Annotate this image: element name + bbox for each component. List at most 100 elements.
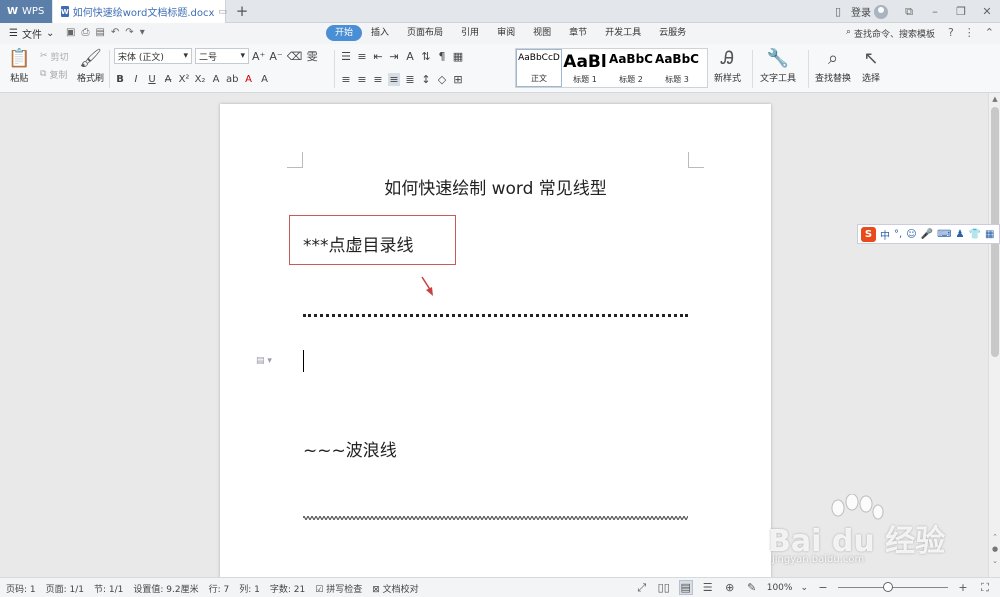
- style-heading-1[interactable]: AaBl 标题 1: [562, 49, 608, 87]
- text-effect-icon[interactable]: A: [210, 74, 222, 85]
- decrease-indent-icon[interactable]: ⇤: [372, 50, 384, 63]
- status-pages[interactable]: 页面: 1/1: [46, 582, 84, 595]
- vertical-scrollbar[interactable]: ▲ ⌃ ● ⌄: [988, 93, 1000, 577]
- tab-insert[interactable]: 插入: [362, 25, 398, 41]
- grow-font-icon[interactable]: A⁺: [252, 50, 265, 63]
- select-button[interactable]: ↖ 选择: [862, 47, 880, 84]
- print-icon[interactable]: ⎙: [81, 27, 89, 38]
- more-icon[interactable]: ⋮: [964, 26, 975, 39]
- voice-icon[interactable]: 🎤: [921, 229, 933, 240]
- write-view-icon[interactable]: ✎: [745, 581, 759, 594]
- command-search[interactable]: ⌕ 查找命令、搜索模板: [846, 27, 935, 40]
- style-normal[interactable]: AaBbCcD 正文: [516, 49, 562, 87]
- strikethrough-icon[interactable]: A̶: [162, 74, 174, 85]
- skin-shirt-icon[interactable]: 👕: [968, 229, 980, 240]
- font-name-select[interactable]: 宋体 (正文) ▾: [114, 48, 192, 64]
- show-marks-icon[interactable]: ¶: [436, 50, 448, 63]
- copy-button[interactable]: ⧉ 复制: [40, 65, 69, 83]
- reading-view-icon[interactable]: ▯▯: [657, 581, 671, 594]
- chinese-mode-icon[interactable]: 中: [880, 227, 890, 242]
- preview-icon[interactable]: ▤: [95, 27, 104, 38]
- highlight-icon[interactable]: ab: [226, 74, 238, 85]
- tab-view[interactable]: 视图: [524, 25, 560, 41]
- paragraph-handle-icon[interactable]: ▤ ▾: [256, 356, 272, 366]
- status-position[interactable]: 设置值: 9.2厘米: [133, 582, 198, 595]
- login-link[interactable]: 登录: [851, 4, 871, 19]
- keyboard-icon[interactable]: ⌨: [937, 229, 951, 240]
- fit-window-icon[interactable]: ⛶: [978, 581, 992, 595]
- format-painter-button[interactable]: 🖌 格式刷: [77, 47, 104, 84]
- tab-cloud[interactable]: 云服务: [650, 25, 695, 41]
- wps-home-tab[interactable]: W WPS: [0, 0, 52, 23]
- line-spacing-icon[interactable]: ↕: [420, 73, 432, 86]
- avatar[interactable]: [874, 4, 888, 19]
- close-icon[interactable]: ✕: [974, 5, 1000, 18]
- numbered-list-icon[interactable]: ≡: [356, 50, 368, 63]
- scroll-up-icon[interactable]: ▲: [989, 95, 1000, 103]
- align-right-icon[interactable]: ≡: [372, 73, 384, 86]
- punctuation-icon[interactable]: °,: [894, 229, 902, 240]
- chevron-down-icon[interactable]: ⌄: [800, 583, 808, 593]
- font-size-select[interactable]: 二号 ▾: [195, 48, 249, 64]
- paste-button[interactable]: 📋 粘贴: [8, 47, 30, 84]
- bold-icon[interactable]: B: [114, 74, 126, 85]
- prev-page-icon[interactable]: ⌃: [989, 533, 1000, 541]
- zoom-in-icon[interactable]: +: [956, 581, 970, 594]
- shrink-font-icon[interactable]: A⁻: [269, 50, 282, 63]
- increase-indent-icon[interactable]: ⇥: [388, 50, 400, 63]
- zoom-level[interactable]: 100%: [767, 583, 793, 593]
- zoom-slider[interactable]: [838, 582, 948, 592]
- style-heading-2[interactable]: AaBbC 标题 2: [608, 49, 654, 87]
- document-tab[interactable]: W 如何快速绘word文档标题.docx ▭: [53, 0, 227, 23]
- pinyin-icon[interactable]: 雯: [306, 48, 318, 64]
- font-color-icon[interactable]: A: [242, 74, 254, 85]
- clear-format-icon[interactable]: ⌫: [287, 50, 303, 63]
- tab-window-icon[interactable]: ▭: [218, 7, 227, 17]
- align-center-icon[interactable]: ≡: [356, 73, 368, 86]
- zoom-out-icon[interactable]: −: [816, 581, 830, 594]
- status-section[interactable]: 节: 1/1: [94, 582, 123, 595]
- toolbox-icon[interactable]: ▦: [985, 229, 994, 240]
- collapse-ribbon-icon[interactable]: ⌃: [985, 26, 994, 39]
- spell-check-button[interactable]: ☑ 拼写检查: [315, 582, 362, 595]
- status-word-count[interactable]: 字数: 21: [270, 582, 305, 595]
- outline-view-icon[interactable]: ☰: [701, 581, 715, 594]
- distributed-icon[interactable]: ≣: [404, 73, 416, 86]
- ime-toolbar[interactable]: S 中 °, ☺ 🎤 ⌨ ♟ 👕 ▦: [857, 224, 1000, 244]
- status-column[interactable]: 列: 1: [239, 582, 260, 595]
- doc-proof-button[interactable]: ⊠ 文档校对: [372, 582, 418, 595]
- page-view-icon[interactable]: ▤: [678, 580, 693, 595]
- new-tab-plus-icon[interactable]: +: [233, 2, 251, 20]
- chinese-layout-icon[interactable]: A: [404, 50, 416, 63]
- align-left-icon[interactable]: ≡: [340, 73, 352, 86]
- restore-tabs-icon[interactable]: ⧉: [896, 5, 922, 19]
- redo-icon[interactable]: ↷: [125, 27, 133, 38]
- char-shading-icon[interactable]: A: [258, 74, 270, 85]
- status-row[interactable]: 行: 7: [209, 582, 230, 595]
- subscript-icon[interactable]: X₂: [194, 74, 206, 85]
- customize-icon[interactable]: ▾: [140, 27, 145, 38]
- bullet-list-icon[interactable]: ☰: [340, 50, 352, 63]
- save-icon[interactable]: ▣: [66, 27, 75, 38]
- superscript-icon[interactable]: X²: [178, 74, 190, 85]
- document-page[interactable]: 如何快速绘制 word 常见线型 ***点虚目录线 ▤ ▾ ~~~波浪线: [220, 104, 771, 577]
- borders-icon[interactable]: ⊞: [452, 73, 464, 86]
- file-menu[interactable]: ☰ 文件 ⌄: [9, 26, 54, 41]
- find-replace-button[interactable]: ⌕ 查找替换: [815, 47, 851, 84]
- tab-developer[interactable]: 开发工具: [596, 25, 650, 41]
- skin-icon[interactable]: ▯: [825, 5, 851, 18]
- status-page-number[interactable]: 页码: 1: [6, 582, 36, 595]
- shading-icon[interactable]: ◇: [436, 73, 448, 86]
- web-view-icon[interactable]: ⊕: [723, 581, 737, 594]
- user-icon[interactable]: ♟: [956, 229, 965, 240]
- justify-icon[interactable]: ≡: [388, 72, 400, 86]
- sort-icon[interactable]: ⇅: [420, 50, 432, 63]
- help-icon[interactable]: ?: [948, 26, 954, 39]
- style-heading-3[interactable]: AaBbC 标题 3: [654, 49, 700, 87]
- minimize-icon[interactable]: –: [922, 5, 948, 18]
- next-page-icon[interactable]: ⌄: [989, 557, 1000, 565]
- undo-icon[interactable]: ↶: [111, 27, 119, 38]
- cut-button[interactable]: ✂ 剪切: [40, 47, 69, 65]
- new-style-button[interactable]: Ꭿ 新样式: [714, 47, 741, 84]
- tab-review[interactable]: 审阅: [488, 25, 524, 41]
